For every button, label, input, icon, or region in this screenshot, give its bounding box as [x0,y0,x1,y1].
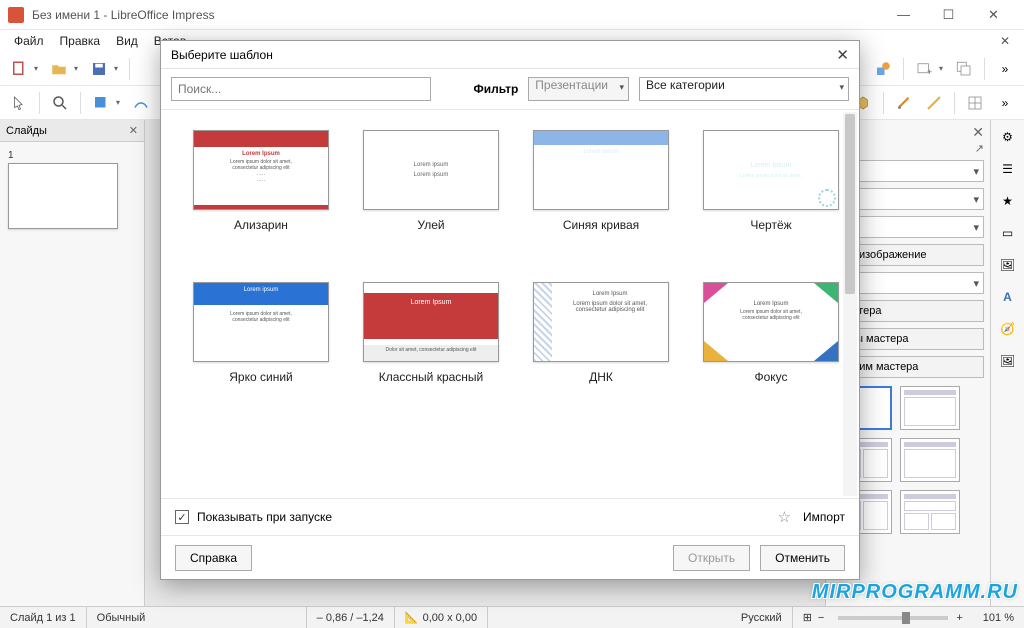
save-button[interactable] [86,56,112,82]
template-label: Синяя кривая [531,218,671,232]
dropdown-arrow-icon[interactable]: ▾ [114,64,122,73]
properties-close-button[interactable]: ✕ [972,124,984,141]
sidebar-strip: ⚙ ☰ ★ ▭ 🖼 A 🧭 🖼 [990,120,1024,606]
star-icon[interactable]: ★ [997,190,1019,212]
svg-text:+: + [927,67,932,77]
show-on-start-checkbox[interactable]: ✓ [175,510,189,524]
image-icon[interactable]: 🖼 [997,350,1019,372]
layout-option[interactable] [900,490,960,534]
filter-button[interactable] [891,90,917,116]
template-dialog: Выберите шаблон ✕ Фильтр Презентации▾ Вс… [160,40,860,580]
template-label: Улей [361,218,501,232]
import-icon: ☆ [778,508,791,526]
select-tool-button[interactable] [6,90,32,116]
slide-thumbnail[interactable] [8,163,118,229]
slides-panel: Слайды ✕ 1 [0,120,145,606]
template-label: Ализарин [191,218,331,232]
properties-expand-icon[interactable]: ↗ [975,142,984,155]
overflow-button[interactable]: » [992,90,1018,116]
template-label: Чертёж [701,218,841,232]
menu-file[interactable]: Файл [6,32,52,50]
line-color-button[interactable] [128,90,154,116]
template-item[interactable]: Lorem ipsumLorem ipsum dolor sit amet,co… [191,282,331,384]
status-slide-info: Слайд 1 из 1 [0,607,87,628]
window-maximize-button[interactable]: ☐ [926,0,971,30]
duplicate-slide-button[interactable] [951,56,977,82]
menu-view[interactable]: Вид [108,32,146,50]
window-close-button[interactable]: ✕ [971,0,1016,30]
layout-option[interactable] [900,438,960,482]
filter-combo[interactable]: Презентации▾ [528,77,629,101]
template-label: ДНК [531,370,671,384]
fill-color-button[interactable] [88,90,114,116]
toggle-grid-button[interactable] [962,90,988,116]
template-item[interactable]: Lorem IpsumLorem ipsum dolor sit amet,co… [701,282,841,384]
dropdown-arrow-icon[interactable]: ▾ [74,64,82,73]
import-link[interactable]: Импорт [803,510,845,524]
slide-transition-icon[interactable]: ▭ [997,222,1019,244]
search-input[interactable] [171,77,431,101]
template-item[interactable]: Lorem ipsumLorem ipsum Улей [361,130,501,232]
dialog-close-button[interactable]: ✕ [836,46,849,64]
app-icon [8,7,24,23]
window-title: Без имени 1 - LibreOffice Impress [32,8,881,22]
template-item[interactable]: Lorem IpsumDolor sit amet, consectetur a… [361,282,501,384]
window-minimize-button[interactable]: — [881,0,926,30]
layout-option[interactable] [900,386,960,430]
template-item[interactable]: Lorem IpsumLorem ipsum dolor sit amet,co… [191,130,331,232]
template-item[interactable]: Lorem IpsumLorem ipsum dolor sit amet, Ч… [701,130,841,232]
template-item[interactable]: Lorem Ipsum• dolor sit amet consectetur•… [531,130,671,232]
edit-points-button[interactable] [921,90,947,116]
open-button[interactable] [46,56,72,82]
category-combo[interactable]: Все категории▾ [639,77,849,101]
show-on-start-label: Показывать при запуске [197,510,332,524]
overflow-button[interactable]: » [992,56,1018,82]
new-doc-button[interactable] [6,56,32,82]
template-label: Ярко синий [191,370,331,384]
dropdown-arrow-icon[interactable]: ▾ [939,64,947,73]
status-mode: Обычный [87,607,307,628]
properties-icon[interactable]: ☰ [997,158,1019,180]
styles-icon[interactable]: A [997,286,1019,308]
status-bar: Слайд 1 из 1 Обычный – 0,86 / –1,24 📐 0,… [0,606,1024,628]
zoom-level[interactable]: 101 % [973,607,1024,628]
zoom-slider[interactable] [838,616,948,620]
navigator-icon[interactable]: 🧭 [997,318,1019,340]
slides-panel-title: Слайды [6,125,47,137]
dialog-title: Выберите шаблон [171,48,273,62]
slide-number-label: 1 [8,150,136,161]
shapes-button[interactable] [870,56,896,82]
status-language[interactable]: Русский [731,607,793,628]
dropdown-arrow-icon[interactable]: ▾ [116,98,124,107]
template-item[interactable]: Lorem IpsumLorem ipsum dolor sit amet, c… [531,282,671,384]
open-button[interactable]: Открыть [673,545,750,571]
dropdown-arrow-icon[interactable]: ▾ [34,64,42,73]
gear-icon[interactable]: ⚙ [997,126,1019,148]
zoom-controls[interactable]: ⊞ − + [793,607,973,628]
menu-edit[interactable]: Правка [52,32,109,50]
gallery-icon[interactable]: 🖼 [997,254,1019,276]
document-close-button[interactable]: ✕ [992,32,1018,50]
new-slide-button[interactable]: + [911,56,937,82]
dialog-scrollbar[interactable] [843,112,857,496]
window-titlebar: Без имени 1 - LibreOffice Impress — ☐ ✕ [0,0,1024,30]
status-size: 📐 0,00 x 0,00 [395,607,488,628]
fit-page-icon[interactable]: ⊞ [803,611,812,624]
help-button[interactable]: Справка [175,545,252,571]
template-label: Классный красный [361,370,501,384]
filter-label: Фильтр [474,82,519,96]
cancel-button[interactable]: Отменить [760,545,845,571]
status-coords: – 0,86 / –1,24 [307,607,395,628]
slides-panel-close-button[interactable]: ✕ [129,124,138,137]
zoom-tool-button[interactable] [47,90,73,116]
template-label: Фокус [701,370,841,384]
